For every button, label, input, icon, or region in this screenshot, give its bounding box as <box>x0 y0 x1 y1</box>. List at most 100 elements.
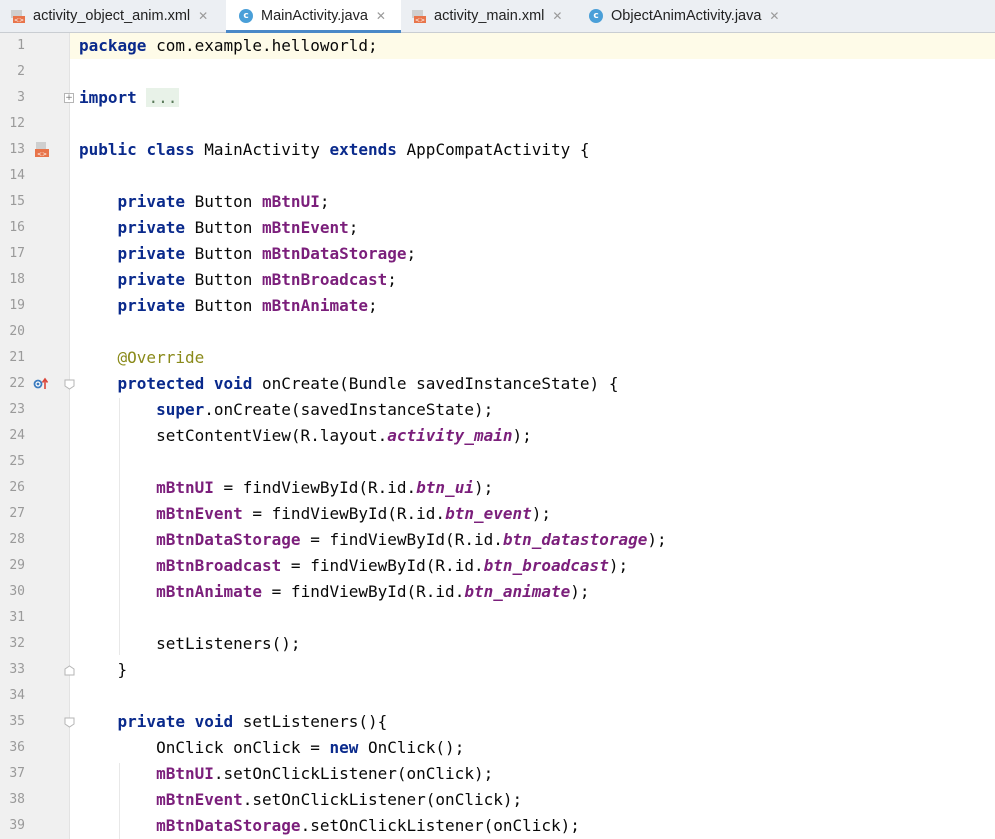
code-line[interactable]: 21 @Override <box>0 345 995 371</box>
code-text[interactable]: mBtnAnimate = findViewById(R.id.btn_anim… <box>79 579 590 605</box>
line-number: 19 <box>9 298 25 313</box>
svg-text:<>: <> <box>14 17 24 24</box>
code-line[interactable]: 32 setListeners(); <box>0 631 995 657</box>
code-text[interactable]: mBtnUI = findViewById(R.id.btn_ui); <box>79 475 493 501</box>
code-text[interactable]: mBtnDataStorage.setOnClickListener(onCli… <box>79 813 580 839</box>
line-number: 18 <box>9 272 25 287</box>
svg-text:<>: <> <box>37 151 47 158</box>
code-text[interactable]: private Button mBtnEvent; <box>79 215 359 241</box>
tab-label: MainActivity.java <box>261 8 368 24</box>
line-number: 17 <box>9 246 25 261</box>
code-text[interactable]: super.onCreate(savedInstanceState); <box>79 397 493 423</box>
code-text[interactable]: private Button mBtnDataStorage; <box>79 241 417 267</box>
code-text[interactable]: setContentView(R.layout.activity_main); <box>79 423 532 449</box>
line-number: 3 <box>17 90 25 105</box>
code-line[interactable]: 23 super.onCreate(savedInstanceState); <box>0 397 995 423</box>
xml-file-icon: <> <box>10 8 26 24</box>
code-text[interactable]: import ... <box>79 85 180 111</box>
tab-activity-object-anim-xml[interactable]: <> activity_object_anim.xml ✕ <box>10 0 220 32</box>
code-line[interactable]: 19 private Button mBtnAnimate; <box>0 293 995 319</box>
code-text[interactable]: package com.example.helloworld; <box>79 33 378 59</box>
line-number: 12 <box>9 116 25 131</box>
line-number: 38 <box>9 792 25 807</box>
related-layout-icon[interactable]: <> <box>33 141 51 159</box>
code-line[interactable]: 31 <box>0 605 995 631</box>
tab-label: activity_main.xml <box>434 8 545 24</box>
code-line[interactable]: 2 <box>0 59 995 85</box>
line-number: 14 <box>9 168 25 183</box>
code-line[interactable]: 20 <box>0 319 995 345</box>
code-text[interactable]: private Button mBtnAnimate; <box>79 293 378 319</box>
line-number: 39 <box>9 818 25 833</box>
code-line[interactable]: 17 private Button mBtnDataStorage; <box>0 241 995 267</box>
code-line[interactable]: 28 mBtnDataStorage = findViewById(R.id.b… <box>0 527 995 553</box>
code-line[interactable]: 34 <box>0 683 995 709</box>
code-line[interactable]: 29 mBtnBroadcast = findViewById(R.id.btn… <box>0 553 995 579</box>
code-line[interactable]: 1 package com.example.helloworld; <box>0 33 995 59</box>
line-number: 28 <box>9 532 25 547</box>
code-text[interactable]: private Button mBtnBroadcast; <box>79 267 397 293</box>
tab-activity-main-xml[interactable]: <> activity_main.xml ✕ <box>411 0 576 32</box>
code-text[interactable]: OnClick onClick = new OnClick(); <box>79 735 464 761</box>
code-text[interactable]: mBtnEvent.setOnClickListener(onClick); <box>79 787 522 813</box>
code-line[interactable]: 14 <box>0 163 995 189</box>
close-icon[interactable]: ✕ <box>198 9 208 23</box>
code-text[interactable]: mBtnBroadcast = findViewById(R.id.btn_br… <box>79 553 628 579</box>
code-text[interactable]: private void setListeners(){ <box>79 709 388 735</box>
code-line[interactable]: 15 private Button mBtnUI; <box>0 189 995 215</box>
svg-text:<>: <> <box>415 17 425 24</box>
code-line[interactable]: 18 private Button mBtnBroadcast; <box>0 267 995 293</box>
code-line[interactable]: 30 mBtnAnimate = findViewById(R.id.btn_a… <box>0 579 995 605</box>
code-text[interactable]: mBtnUI.setOnClickListener(onClick); <box>79 761 493 787</box>
code-text[interactable]: protected void onCreate(Bundle savedInst… <box>79 371 619 397</box>
fold-marker-icon[interactable] <box>64 717 75 728</box>
code-line[interactable]: 38 mBtnEvent.setOnClickListener(onClick)… <box>0 787 995 813</box>
line-number: 2 <box>17 64 25 79</box>
code-line[interactable]: 33 } <box>0 657 995 683</box>
code-text[interactable]: } <box>79 657 128 683</box>
override-method-icon[interactable] <box>33 375 51 393</box>
line-number: 30 <box>9 584 25 599</box>
close-icon[interactable]: ✕ <box>552 9 562 23</box>
fold-expand-icon[interactable]: + <box>64 93 74 103</box>
editor-tab-bar: <> activity_object_anim.xml ✕ c MainActi… <box>0 0 995 33</box>
java-class-icon: c <box>588 8 604 24</box>
code-line[interactable]: 37 mBtnUI.setOnClickListener(onClick); <box>0 761 995 787</box>
xml-file-icon: <> <box>411 8 427 24</box>
code-line[interactable]: 36 OnClick onClick = new OnClick(); <box>0 735 995 761</box>
code-line[interactable]: 12 <box>0 111 995 137</box>
line-number: 33 <box>9 662 25 677</box>
code-text[interactable]: private Button mBtnUI; <box>79 189 330 215</box>
code-line[interactable]: 16 private Button mBtnEvent; <box>0 215 995 241</box>
code-line[interactable]: 3 import ... <box>0 85 995 111</box>
line-number: 36 <box>9 740 25 755</box>
code-line[interactable]: 27 mBtnEvent = findViewById(R.id.btn_eve… <box>0 501 995 527</box>
close-icon[interactable]: ✕ <box>376 9 386 23</box>
code-line[interactable]: 24 setContentView(R.layout.activity_main… <box>0 423 995 449</box>
fold-marker-icon[interactable] <box>64 379 75 390</box>
tab-label: ObjectAnimActivity.java <box>611 8 762 24</box>
code-text[interactable]: public class MainActivity extends AppCom… <box>79 137 590 163</box>
code-line[interactable]: 13 public class MainActivity extends AppC… <box>0 137 995 163</box>
code-text[interactable]: setListeners(); <box>79 631 301 657</box>
line-number: 20 <box>9 324 25 339</box>
code-line[interactable]: 25 <box>0 449 995 475</box>
line-number: 16 <box>9 220 25 235</box>
code-text[interactable]: mBtnDataStorage = findViewById(R.id.btn_… <box>79 527 667 553</box>
tab-label: activity_object_anim.xml <box>33 8 191 24</box>
line-number: 35 <box>9 714 25 729</box>
line-number: 31 <box>9 610 25 625</box>
line-number: 29 <box>9 558 25 573</box>
code-text[interactable]: mBtnEvent = findViewById(R.id.btn_event)… <box>79 501 551 527</box>
tab-objectanimactivity-java[interactable]: c ObjectAnimActivity.java ✕ <box>588 0 798 32</box>
line-number: 25 <box>9 454 25 469</box>
code-line[interactable]: 39 mBtnDataStorage.setOnClickListener(on… <box>0 813 995 839</box>
code-line[interactable]: 26 mBtnUI = findViewById(R.id.btn_ui); <box>0 475 995 501</box>
tab-mainactivity-java[interactable]: c MainActivity.java ✕ <box>226 0 401 33</box>
line-number: 32 <box>9 636 25 651</box>
fold-end-icon[interactable] <box>64 665 75 676</box>
code-text[interactable]: @Override <box>79 345 205 371</box>
close-icon[interactable]: ✕ <box>769 9 779 23</box>
code-line[interactable]: 22 protected void onCreate(Bundle savedI… <box>0 371 995 397</box>
code-line[interactable]: 35 private void setListeners(){ <box>0 709 995 735</box>
